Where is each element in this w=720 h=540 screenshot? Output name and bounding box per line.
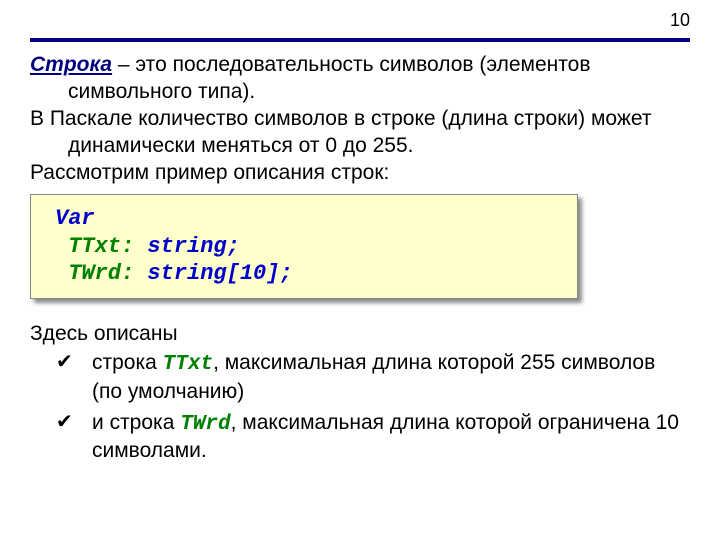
definition-paragraph: Строка – это последовательность символов…: [30, 52, 690, 106]
list-item: строка TTxt, максимальная длина которой …: [30, 350, 690, 406]
code-type-string: string;: [134, 234, 240, 259]
after-code-text: Здесь описаны строка TTxt, максимальная …: [30, 321, 690, 465]
code-type-string10: string[10];: [134, 261, 292, 286]
slide: 10 Строка – это последовательность симво…: [0, 0, 720, 540]
identifier-twrd: TWrd: [180, 413, 230, 436]
code-kw-var: Var: [55, 206, 95, 231]
definition-text: – это последовательность символов (элеме…: [68, 53, 590, 103]
bullet-text-pre: и строка: [92, 411, 180, 434]
term-stroka: Строка: [30, 53, 112, 76]
paragraph-example-intro: Рассмотрим пример описания строк:: [30, 160, 690, 187]
header-rule: [30, 38, 690, 42]
code-content: Var TTxt: string; TWrd: string[10];: [55, 205, 557, 288]
identifier-ttxt: TTxt: [163, 353, 213, 376]
list-item: и строка TWrd, максимальная длина которо…: [30, 410, 690, 466]
bullet-text-pre: строка: [92, 351, 163, 374]
code-shadow: Var TTxt: string; TWrd: string[10];: [30, 194, 578, 299]
paragraph-pascal: В Паскале количество символов в строке (…: [30, 106, 690, 160]
code-box: Var TTxt: string; TWrd: string[10];: [30, 194, 578, 299]
body-text: Строка – это последовательность символов…: [30, 52, 690, 186]
bullet-list: строка TTxt, максимальная длина которой …: [30, 350, 690, 466]
code-id-twrd: TWrd:: [55, 261, 134, 286]
code-block-wrap: Var TTxt: string; TWrd: string[10];: [30, 194, 690, 299]
page-number: 10: [670, 10, 690, 31]
code-id-ttxt: TTxt:: [55, 234, 134, 259]
after-intro: Здесь описаны: [30, 321, 690, 348]
